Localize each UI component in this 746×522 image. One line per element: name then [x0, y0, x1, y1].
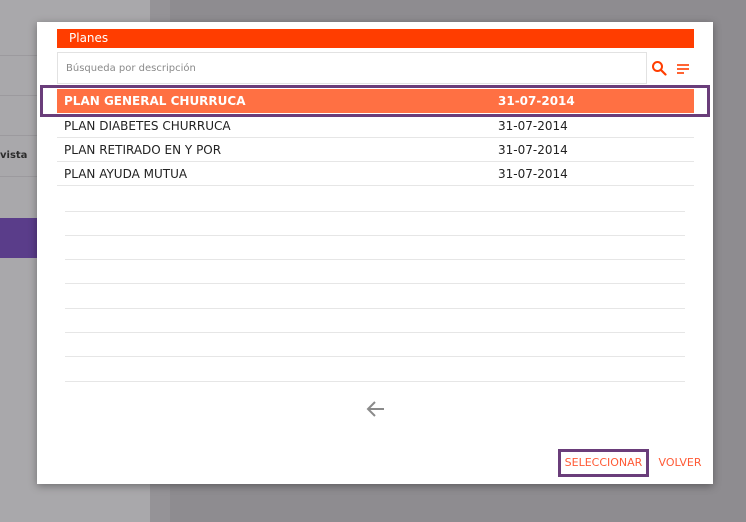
- table-row[interactable]: PLAN AYUDA MUTUA 31-07-2014: [57, 162, 694, 186]
- dialog-title: Planes: [57, 29, 694, 48]
- select-button[interactable]: SELECCIONAR: [558, 449, 649, 477]
- table-row[interactable]: PLAN RETIRADO EN Y POR 31-07-2014: [57, 138, 694, 162]
- empty-row-divider: [65, 356, 685, 357]
- plans-list: PLAN GENERAL CHURRUCA 31-07-2014 PLAN DI…: [57, 88, 694, 388]
- empty-row-divider: [65, 259, 685, 260]
- empty-row-divider: [65, 283, 685, 284]
- row-date: 31-07-2014: [498, 119, 568, 133]
- search-input[interactable]: [58, 53, 646, 83]
- search-box: [57, 52, 647, 84]
- row-date: 31-07-2014: [498, 94, 575, 108]
- table-row[interactable]: PLAN GENERAL CHURRUCA 31-07-2014: [57, 89, 694, 113]
- filter-lines-icon[interactable]: [675, 62, 691, 76]
- background-label: vista: [0, 150, 28, 161]
- row-description: PLAN AYUDA MUTUA: [64, 167, 188, 181]
- row-date: 31-07-2014: [498, 167, 568, 181]
- empty-row-divider: [65, 308, 685, 309]
- row-description: PLAN RETIRADO EN Y POR: [64, 143, 222, 157]
- arrow-left-icon[interactable]: [365, 399, 387, 419]
- row-date: 31-07-2014: [498, 143, 568, 157]
- row-description: PLAN DIABETES CHURRUCA: [64, 119, 231, 133]
- plans-dialog: Planes PLAN GENERAL CHURRUCA 31-07-2014 …: [37, 22, 713, 484]
- empty-row-divider: [65, 381, 685, 382]
- empty-row-divider: [65, 211, 685, 212]
- back-button[interactable]: VOLVER: [657, 449, 703, 477]
- empty-row-divider: [65, 235, 685, 236]
- empty-row-divider: [65, 332, 685, 333]
- table-row[interactable]: PLAN DIABETES CHURRUCA 31-07-2014: [57, 114, 694, 138]
- search-icon[interactable]: [651, 60, 667, 76]
- row-description: PLAN GENERAL CHURRUCA: [64, 94, 246, 108]
- background-accent-block: [0, 218, 40, 258]
